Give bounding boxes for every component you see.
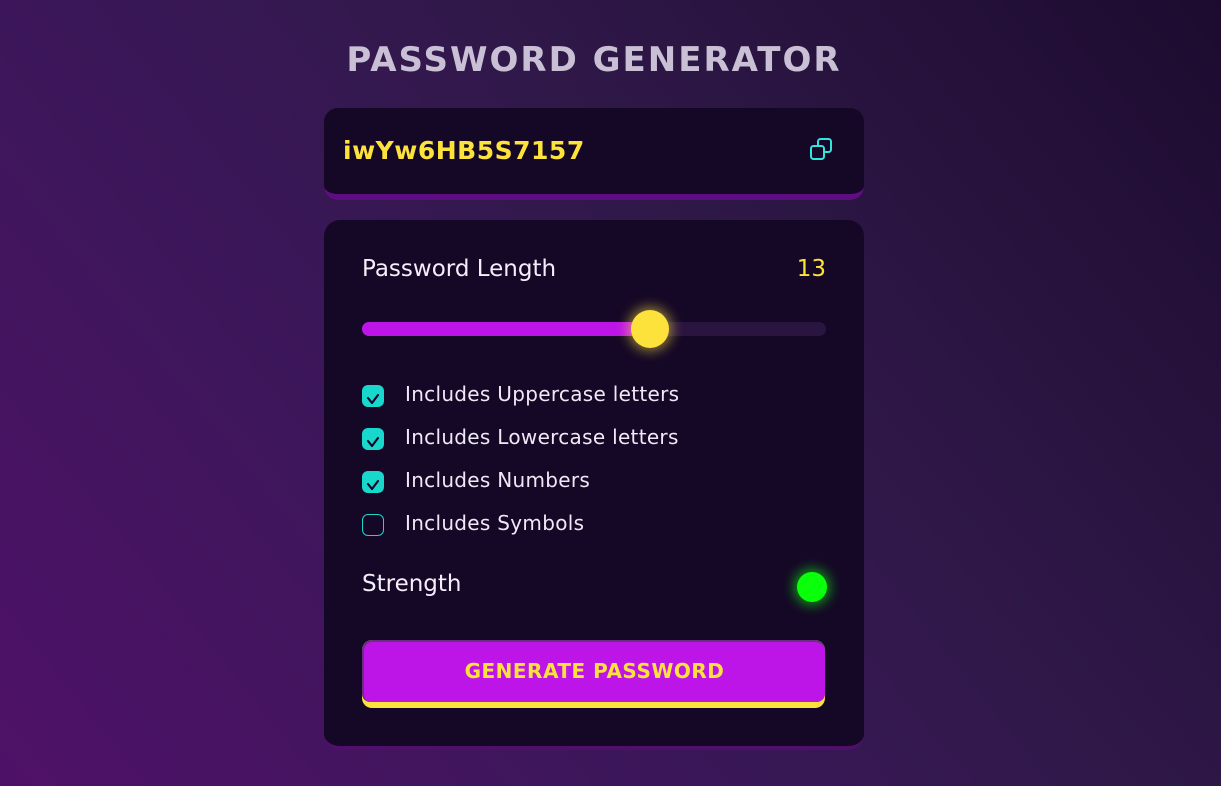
option-label: Includes Numbers [405, 468, 591, 492]
option-label: Includes Lowercase letters [405, 425, 679, 449]
checkbox-numbers[interactable] [362, 471, 384, 493]
copy-icon [810, 138, 832, 160]
checkmark-icon [366, 393, 380, 405]
password-display: iwYw6HB5S7157 [324, 108, 864, 200]
checkbox-uppercase[interactable] [362, 385, 384, 407]
checkbox-symbols[interactable] [362, 514, 384, 536]
generate-button-label: GENERATE PASSWORD [362, 640, 825, 702]
checkbox-lowercase[interactable] [362, 428, 384, 450]
checkmark-icon [366, 479, 380, 491]
length-slider[interactable] [362, 310, 826, 348]
settings-panel: Password Length 13 Includes Uppercase le… [324, 220, 864, 750]
checkmark-icon [366, 436, 380, 448]
slider-fill [362, 322, 650, 336]
page-title: PASSWORD GENERATOR [346, 40, 842, 80]
copy-button[interactable] [808, 136, 838, 166]
strength-indicator [797, 572, 827, 602]
strength-label: Strength [362, 571, 462, 597]
password-output: iwYw6HB5S7157 [343, 136, 585, 165]
length-value: 13 [796, 256, 826, 282]
option-label: Includes Symbols [405, 511, 585, 535]
generate-button[interactable]: GENERATE PASSWORD [362, 640, 825, 708]
length-label: Password Length [362, 256, 557, 282]
option-label: Includes Uppercase letters [405, 382, 680, 406]
slider-thumb[interactable] [630, 310, 669, 348]
